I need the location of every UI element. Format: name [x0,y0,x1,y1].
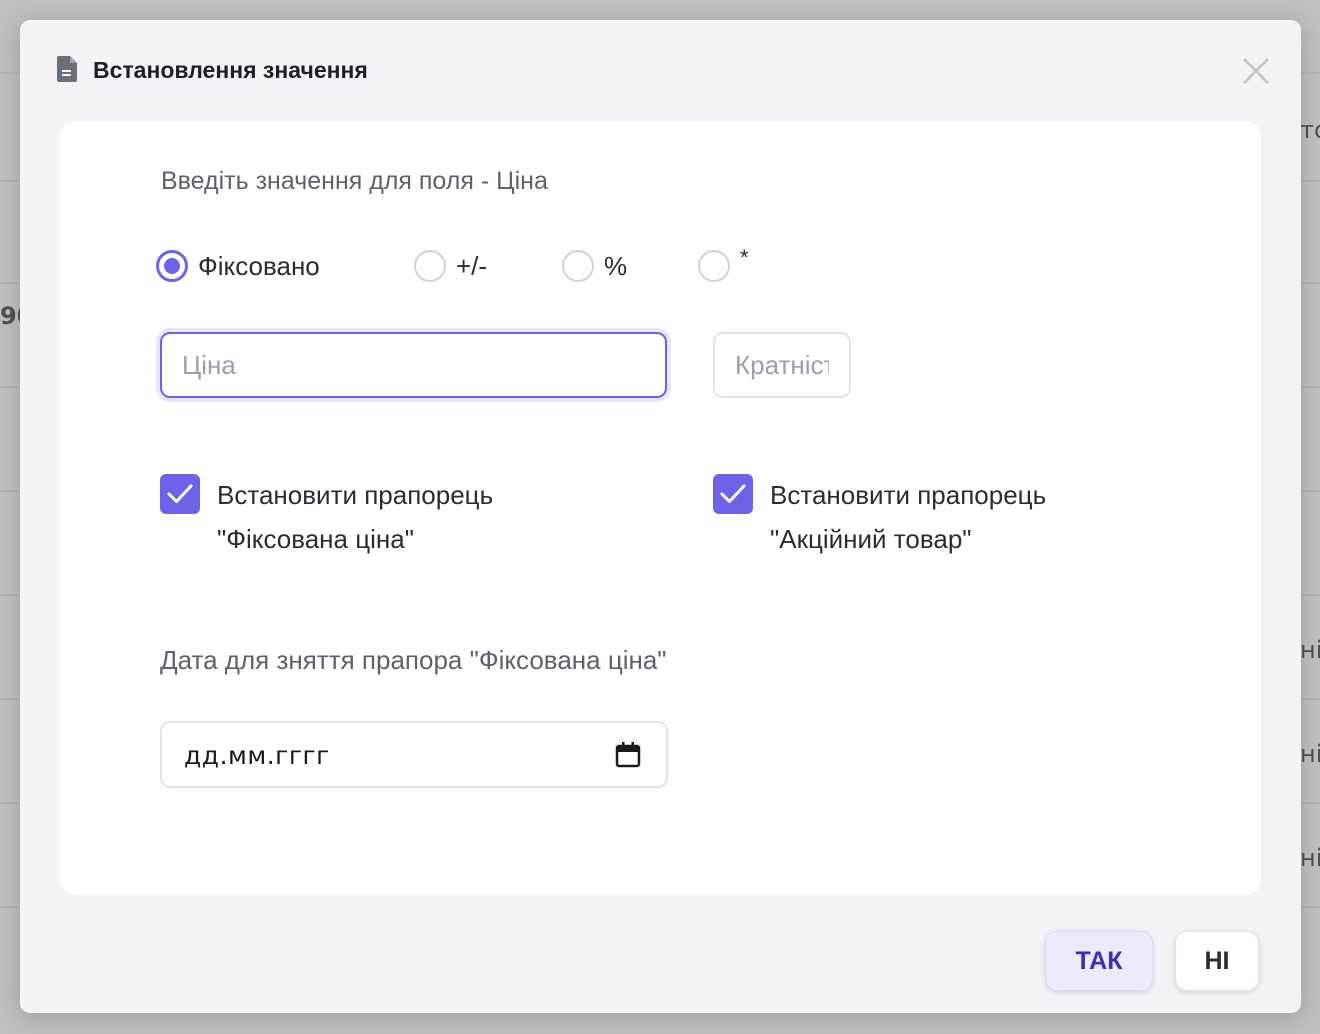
checkbox-label-line: "Акційний товар" [770,524,972,554]
multiple-input[interactable] [713,332,851,398]
checkbox-label: Встановити прапорець "Акційний товар" [770,473,1046,561]
checkbox-checked[interactable] [713,474,753,514]
date-placeholder: дд.мм.гггг [184,741,330,770]
radio-plus-minus[interactable]: +/- [414,249,487,283]
dialog-header: Встановлення значення [20,20,1301,120]
checkbox-label: Встановити прапорець "Фіксована ціна" [217,473,493,561]
price-input[interactable] [160,332,667,398]
checkmark-icon [720,484,746,503]
radio-circle[interactable] [698,250,730,282]
checkbox-label-line: Встановити прапорець [217,480,494,510]
radio-circle[interactable] [414,250,446,282]
no-button[interactable]: НІ [1175,931,1259,991]
set-value-dialog: Встановлення значення Введіть значення д… [20,20,1301,1013]
radio-label: +/- [456,250,488,281]
radio-label: Фіксовано [198,250,320,281]
radio-label: * [740,245,749,270]
date-field-label: Дата для зняття прапора "Фіксована ціна" [160,645,667,675]
checkmark-icon [167,484,193,503]
radio-circle[interactable] [156,250,188,282]
dialog-content: Введіть значення для поля - Ціна Фіксова… [60,121,1261,895]
radio-fixed[interactable]: Фіксовано [156,249,320,283]
radio-circle[interactable] [562,250,594,282]
checkbox-label-line: "Фіксована ціна" [217,524,414,554]
checkbox-checked[interactable] [160,474,200,514]
yes-button[interactable]: ТАК [1045,931,1153,991]
radio-multiply[interactable]: * [698,245,749,283]
document-icon [57,56,77,82]
date-input[interactable]: дд.мм.гггг [160,721,668,788]
field-prompt-label: Введіть значення для поля - Ціна [161,167,548,195]
calendar-icon[interactable] [614,741,642,769]
fixed-price-flag-checkbox[interactable]: Встановити прапорець "Фіксована ціна" [160,474,493,561]
checkbox-label-line: Встановити прапорець [770,480,1047,510]
radio-percent[interactable]: % [562,249,627,283]
radio-label: % [604,250,628,281]
dialog-title: Встановлення значення [93,57,368,83]
close-icon[interactable] [1241,56,1271,86]
promo-item-flag-checkbox[interactable]: Встановити прапорець "Акційний товар" [713,474,1046,561]
